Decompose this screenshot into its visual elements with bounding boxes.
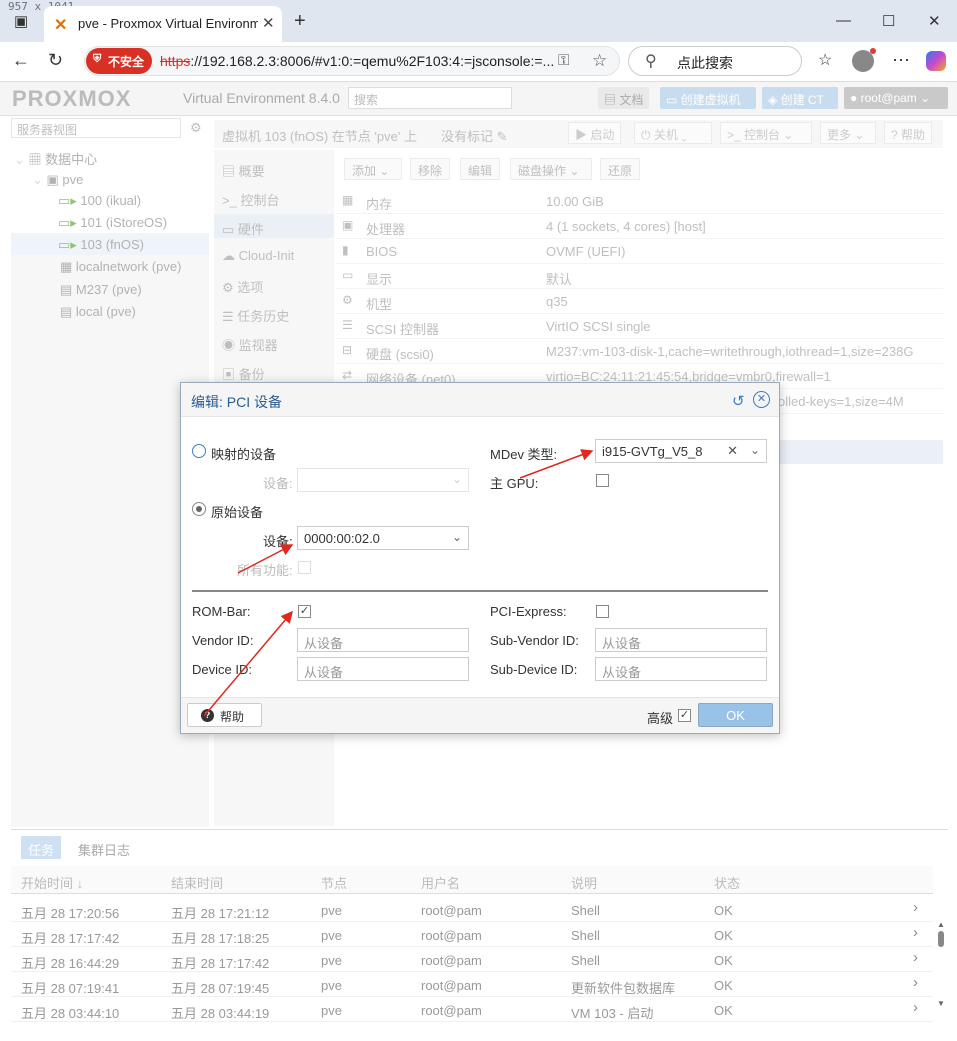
table-row[interactable]: 五月 28 07:19:41 五月 28 07:19:45 pve root@pam 更…	[11, 972, 933, 997]
task-table-header	[11, 866, 933, 894]
cell: root@pam	[421, 953, 482, 968]
cell: Shell	[571, 928, 600, 943]
cell: 五月 28 07:19:45	[171, 981, 270, 996]
cell: pve	[321, 928, 342, 943]
col-node[interactable]: 节点	[321, 873, 347, 892]
chevron-right-icon[interactable]: ›	[913, 999, 918, 1016]
cell: 五月 28 17:18:25	[171, 931, 270, 946]
cell: pve	[321, 978, 342, 993]
cell: root@pam	[421, 978, 482, 993]
chevron-right-icon[interactable]: ›	[913, 899, 918, 916]
task-scrollbar[interactable]: ▲ ▼	[936, 920, 946, 1020]
cell: VM 103 - 启动	[571, 1006, 654, 1021]
cell: Shell	[571, 903, 600, 918]
tab-cluster-log[interactable]: 集群日志	[78, 840, 130, 859]
col-description[interactable]: 说明	[571, 873, 597, 892]
cell: OK	[714, 903, 733, 918]
cell: 五月 28 17:20:56	[21, 906, 120, 921]
cell: 五月 28 17:17:42	[21, 931, 120, 946]
cell: 五月 28 16:44:29	[21, 956, 120, 971]
table-row[interactable]: 五月 28 16:44:29 五月 28 17:17:42 pve root@pam S…	[11, 947, 933, 972]
cell: root@pam	[421, 903, 482, 918]
table-row[interactable]: 五月 28 17:20:56 五月 28 17:21:12 pve root@pam S…	[11, 897, 933, 922]
cell: root@pam	[421, 1003, 482, 1018]
cell: Shell	[571, 953, 600, 968]
col-start-time[interactable]: 开始时间 ↓	[21, 873, 83, 892]
cell: pve	[321, 1003, 342, 1018]
cell: 五月 28 17:21:12	[171, 906, 270, 921]
chevron-right-icon[interactable]: ›	[913, 949, 918, 966]
col-end-time[interactable]: 结束时间	[171, 873, 223, 892]
cell: pve	[321, 903, 342, 918]
cell: 五月 28 03:44:19	[171, 1006, 270, 1021]
cell: 五月 28 17:17:42	[171, 956, 270, 971]
col-user[interactable]: 用户名	[421, 873, 460, 892]
cell: 更新软件包数据库	[571, 981, 676, 996]
cell: OK	[714, 1003, 733, 1018]
chevron-right-icon[interactable]: ›	[913, 924, 918, 941]
cell: pve	[321, 953, 342, 968]
arrow-to-raw-device	[237, 544, 294, 574]
cell: OK	[714, 928, 733, 943]
scroll-thumb[interactable]	[938, 931, 944, 947]
col-status[interactable]: 状态	[714, 873, 740, 892]
cell: 五月 28 07:19:41	[21, 981, 120, 996]
scroll-up-icon[interactable]: ▲	[936, 920, 946, 929]
scroll-down-icon[interactable]: ▼	[936, 999, 946, 1008]
chevron-right-icon[interactable]: ›	[913, 974, 918, 991]
table-row[interactable]: 五月 28 03:44:10 五月 28 03:44:19 pve root@pam V…	[11, 997, 933, 1022]
cell: 五月 28 03:44:10	[21, 1006, 120, 1021]
tab-tasks[interactable]: 任务	[21, 836, 61, 859]
cell: OK	[714, 978, 733, 993]
arrow-to-mdev	[519, 449, 594, 479]
cell: OK	[714, 953, 733, 968]
cell: root@pam	[421, 928, 482, 943]
table-row[interactable]: 五月 28 17:17:42 五月 28 17:18:25 pve root@pam S…	[11, 922, 933, 947]
arrow-to-rombar	[203, 610, 293, 717]
